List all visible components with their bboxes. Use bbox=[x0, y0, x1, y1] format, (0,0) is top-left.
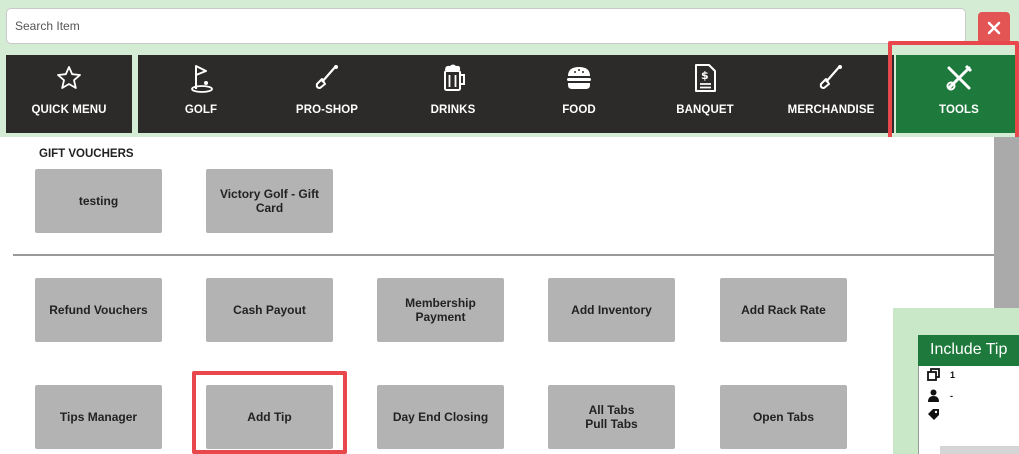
close-icon bbox=[987, 21, 1001, 35]
gift-voucher-button[interactable]: Victory Golf - Gift Card bbox=[206, 169, 333, 233]
category-pro-shop[interactable]: PRO-SHOP bbox=[264, 55, 390, 133]
all-tabs-pull-tabs-button[interactable]: All Tabs Pull Tabs bbox=[548, 385, 675, 449]
close-button[interactable] bbox=[978, 12, 1010, 44]
open-tabs-button[interactable]: Open Tabs bbox=[720, 385, 847, 449]
star-icon bbox=[55, 63, 83, 93]
category-quick-menu[interactable]: QUICK MENU bbox=[6, 55, 132, 133]
category-banquet[interactable]: $ BANQUET bbox=[642, 55, 768, 133]
golf-icon bbox=[187, 63, 215, 93]
membership-payment-button[interactable]: Membership Payment bbox=[377, 278, 504, 342]
golf-club-icon bbox=[312, 63, 342, 93]
section-title-gift-vouchers: GIFT VOUCHERS bbox=[39, 148, 134, 160]
invoice-icon: $ bbox=[692, 63, 718, 93]
category-merchandise[interactable]: MERCHANDISE bbox=[768, 55, 894, 133]
tip-user-value: - bbox=[950, 390, 953, 401]
tip-count-value: 1 bbox=[950, 369, 956, 380]
gift-voucher-button[interactable]: testing bbox=[35, 169, 162, 233]
category-label: DRINKS bbox=[430, 104, 476, 116]
category-label: GOLF bbox=[184, 104, 218, 116]
tip-row-user: - bbox=[927, 389, 953, 402]
tools-icon bbox=[944, 63, 974, 93]
divider bbox=[13, 254, 994, 256]
category-label: FOOD bbox=[562, 104, 596, 116]
category-label: QUICK MENU bbox=[31, 104, 107, 116]
category-drinks[interactable]: DRINKS bbox=[390, 55, 516, 133]
refund-vouchers-button[interactable]: Refund Vouchers bbox=[35, 278, 162, 342]
beer-mug-icon bbox=[439, 63, 467, 93]
add-tip-button[interactable]: Add Tip bbox=[206, 385, 333, 449]
burger-icon bbox=[564, 63, 594, 93]
tip-row-count: 1 bbox=[927, 368, 955, 381]
tips-manager-button[interactable]: Tips Manager bbox=[35, 385, 162, 449]
day-end-closing-button[interactable]: Day End Closing bbox=[377, 385, 504, 449]
include-tip-title: Include Tip bbox=[918, 335, 1019, 366]
copy-icon bbox=[927, 368, 940, 381]
tip-row-tag bbox=[927, 408, 950, 421]
category-label: MERCHANDISE bbox=[787, 104, 875, 116]
category-label: BANQUET bbox=[676, 104, 734, 116]
category-label: TOOLS bbox=[939, 104, 979, 116]
golf-club-icon bbox=[816, 63, 846, 93]
category-tools[interactable]: TOOLS bbox=[896, 55, 1019, 133]
include-tip-button-stub[interactable] bbox=[940, 446, 1019, 454]
svg-text:$: $ bbox=[701, 69, 709, 82]
add-rack-rate-button[interactable]: Add Rack Rate bbox=[720, 278, 847, 342]
category-golf[interactable]: GOLF bbox=[138, 55, 264, 133]
add-inventory-button[interactable]: Add Inventory bbox=[548, 278, 675, 342]
category-label: PRO-SHOP bbox=[295, 104, 359, 116]
search-input[interactable] bbox=[6, 8, 966, 44]
cash-payout-button[interactable]: Cash Payout bbox=[206, 278, 333, 342]
category-food[interactable]: FOOD bbox=[516, 55, 642, 133]
scrollbar[interactable] bbox=[994, 137, 1019, 312]
tag-icon bbox=[928, 409, 939, 420]
user-icon bbox=[928, 389, 939, 402]
